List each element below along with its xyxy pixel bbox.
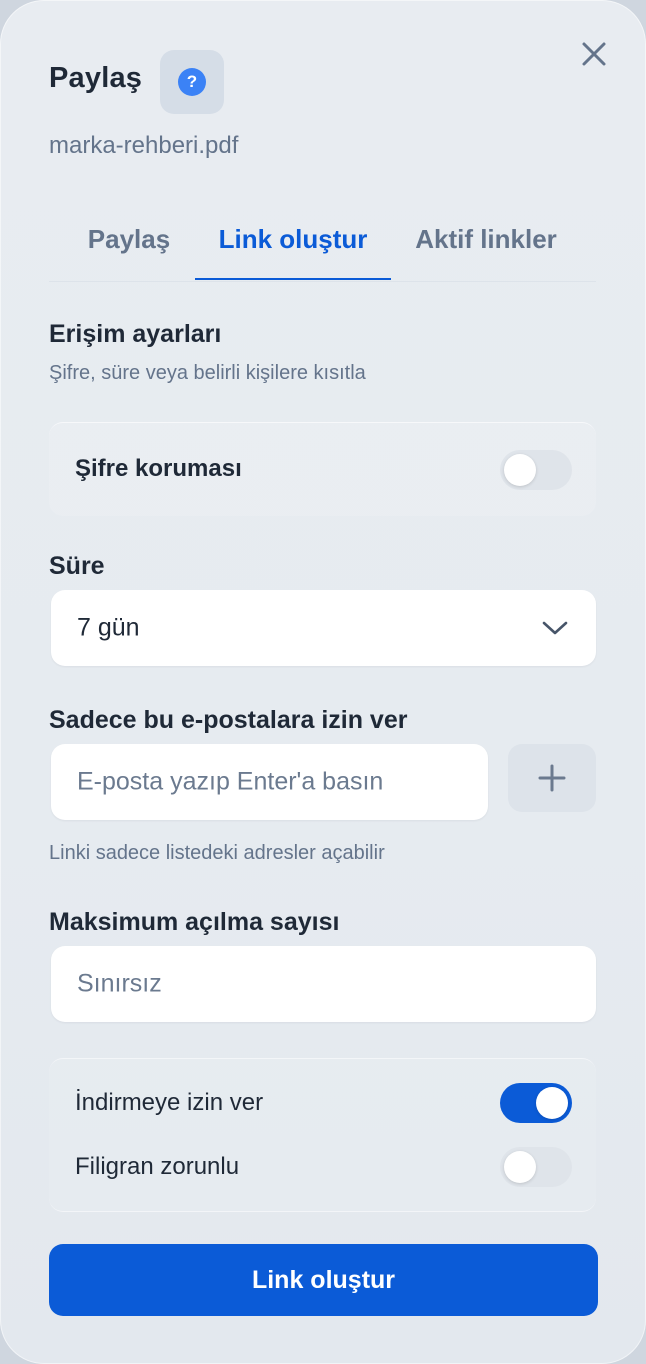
active-tab-indicator [195, 278, 391, 280]
toggle-knob [504, 1151, 536, 1183]
allowed-emails-label: Sadece bu e-postalara izin ver [49, 706, 408, 734]
help-button[interactable]: ? [160, 50, 224, 114]
create-link-button[interactable]: Link oluştur [49, 1244, 598, 1316]
toggle-knob [504, 454, 536, 486]
watermark-required-toggle[interactable] [500, 1147, 572, 1187]
close-button[interactable] [574, 34, 614, 74]
add-email-button[interactable] [508, 744, 596, 812]
allow-download-label: İndirmeye izin ver [75, 1089, 264, 1116]
password-protection-row: Şifre koruması [49, 422, 596, 516]
allow-download-toggle[interactable] [500, 1083, 572, 1123]
share-dialog: Paylaş ? marka-rehberi.pdf Paylaş Link o… [0, 0, 646, 1364]
email-input[interactable]: E-posta yazıp Enter'a basın [51, 744, 488, 820]
file-name: marka-rehberi.pdf [49, 132, 239, 159]
plus-icon [538, 764, 566, 792]
max-opens-label: Maksimum açılma sayısı [49, 908, 340, 936]
tab-bar: Paylaş Link oluştur Aktif linkler [49, 212, 596, 282]
link-options: İndirmeye izin ver Filigran zorunlu [49, 1058, 596, 1212]
duration-select[interactable]: 7 gün [51, 590, 596, 666]
email-input-placeholder: E-posta yazıp Enter'a basın [77, 767, 384, 796]
duration-value: 7 gün [77, 613, 140, 642]
toggle-knob [536, 1087, 568, 1119]
close-icon [582, 42, 606, 66]
tab-share[interactable]: Paylaş [69, 212, 189, 280]
access-settings-title: Erişim ayarları [49, 320, 222, 348]
allowed-emails-hint: Linki sadece listedeki adresler açabilir [49, 842, 385, 864]
max-opens-placeholder: Sınırsız [77, 969, 162, 998]
access-settings-subtitle: Şifre, süre veya belirli kişilere kısıtl… [49, 362, 366, 384]
duration-label: Süre [49, 552, 105, 580]
chevron-down-icon [542, 621, 568, 635]
password-protection-label: Şifre koruması [75, 455, 242, 482]
watermark-required-label: Filigran zorunlu [75, 1153, 240, 1180]
dialog-title: Paylaş [49, 62, 143, 94]
max-opens-input[interactable]: Sınırsız [51, 946, 596, 1022]
tab-create-link[interactable]: Link oluştur [195, 212, 391, 280]
help-icon: ? [178, 68, 206, 96]
tab-active-links[interactable]: Aktif linkler [401, 212, 571, 280]
password-protection-toggle[interactable] [500, 450, 572, 490]
